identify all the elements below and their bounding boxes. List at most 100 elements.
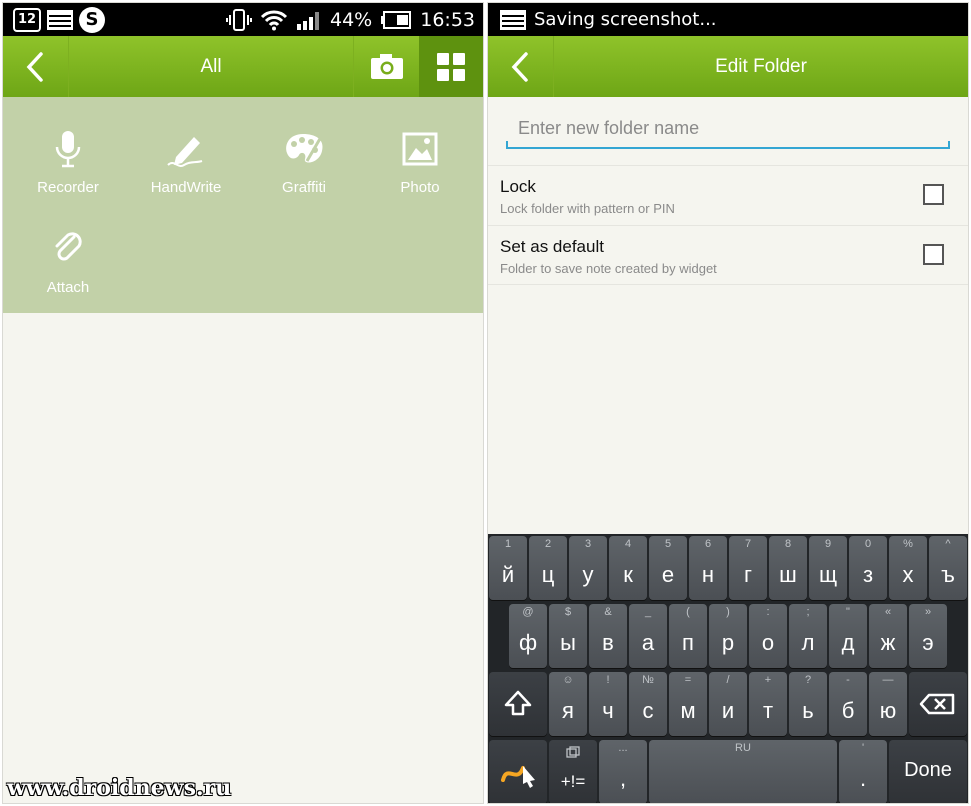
key-label: ы xyxy=(560,630,576,655)
key-label: е xyxy=(661,562,675,587)
key-label: . xyxy=(859,766,867,791)
key[interactable]: № с xyxy=(629,672,667,736)
tool-label: Photo xyxy=(400,179,440,196)
chevron-left-icon xyxy=(511,52,528,82)
done-label: Done xyxy=(904,759,952,781)
key-label: д xyxy=(841,630,855,655)
key-label: т xyxy=(762,698,774,723)
key-hint: + xyxy=(764,674,772,686)
period-key[interactable]: ' . xyxy=(839,740,887,803)
key[interactable]: / и xyxy=(709,672,747,736)
key[interactable]: @ ф xyxy=(509,604,547,668)
key[interactable]: + т xyxy=(749,672,787,736)
tool-photo[interactable]: Photo xyxy=(361,119,479,209)
key[interactable]: $ ы xyxy=(549,604,587,668)
tool-graffiti[interactable]: Graffiti xyxy=(245,119,363,209)
back-button[interactable] xyxy=(488,36,554,97)
key-label: с xyxy=(642,698,654,723)
default-checkbox[interactable] xyxy=(923,244,944,265)
option-subtitle: Lock folder with pattern or PIN xyxy=(500,201,675,216)
wifi-icon xyxy=(260,10,288,31)
key[interactable]: _ а xyxy=(629,604,667,668)
key-hint: / xyxy=(726,674,730,686)
key[interactable]: :о xyxy=(749,604,787,668)
key[interactable]: ? ь xyxy=(789,672,827,736)
shift-key[interactable] xyxy=(489,672,547,736)
key-label: ъ xyxy=(941,562,955,587)
key[interactable]: 1й xyxy=(489,536,527,600)
key-hint: ( xyxy=(686,606,690,618)
option-set-default[interactable]: Set as default Folder to save note creat… xyxy=(488,225,968,285)
keyboard-row-2: @ ф $ ы & в _ а (п ) р :о ; л " д «ж » э xyxy=(488,604,968,670)
page-title: All xyxy=(200,56,222,77)
tools-panel: Recorder HandWrite Graffiti Photo Attach xyxy=(3,97,483,313)
key[interactable]: ^ ъ xyxy=(929,536,967,600)
tool-recorder[interactable]: Recorder xyxy=(9,119,127,209)
key[interactable]: ) р xyxy=(709,604,747,668)
key[interactable]: ☺ я xyxy=(549,672,587,736)
option-lock[interactable]: Lock Lock folder with pattern or PIN xyxy=(488,165,968,225)
tool-label: Graffiti xyxy=(282,179,326,196)
gallery-icon xyxy=(47,10,73,30)
key[interactable]: % х xyxy=(889,536,927,600)
key-hint: 1 xyxy=(504,538,512,550)
key-hint: ^ xyxy=(945,538,951,550)
key[interactable]: 0з xyxy=(849,536,887,600)
key-label: п xyxy=(682,630,694,655)
camera-button[interactable] xyxy=(353,36,419,97)
key[interactable]: & в xyxy=(589,604,627,668)
key-hint: 5 xyxy=(664,538,672,550)
vibrate-icon xyxy=(226,9,252,31)
key[interactable]: 8ш xyxy=(769,536,807,600)
paperclip-icon xyxy=(55,232,82,261)
tool-label: HandWrite xyxy=(150,179,222,196)
backspace-key[interactable] xyxy=(909,672,967,736)
tool-handwrite[interactable]: HandWrite xyxy=(127,119,245,209)
key-hint: & xyxy=(604,606,612,618)
key-hint: « xyxy=(884,606,892,618)
status-text: Saving screenshot... xyxy=(534,9,717,30)
key[interactable]: = м xyxy=(669,672,707,736)
key[interactable]: 3у xyxy=(569,536,607,600)
key[interactable]: 2ц xyxy=(529,536,567,600)
key-label: н xyxy=(701,562,715,587)
key[interactable]: -б xyxy=(829,672,867,736)
backspace-icon xyxy=(919,693,955,715)
comma-key[interactable]: ... , xyxy=(599,740,647,803)
s-app-icon: S xyxy=(79,7,105,33)
key[interactable]: 6н xyxy=(689,536,727,600)
key[interactable]: 9щ xyxy=(809,536,847,600)
done-key[interactable]: Done xyxy=(889,740,967,803)
key[interactable]: ; л xyxy=(789,604,827,668)
back-button[interactable] xyxy=(3,36,69,97)
swype-key[interactable] xyxy=(489,740,547,803)
key[interactable]: 7г xyxy=(729,536,767,600)
symbols-key[interactable]: +!= xyxy=(549,740,597,803)
key-label: , xyxy=(619,766,627,791)
key-label: м xyxy=(680,698,696,723)
key-hint: ? xyxy=(804,674,812,686)
key[interactable]: » э xyxy=(909,604,947,668)
lock-checkbox[interactable] xyxy=(923,184,944,205)
key-label: з xyxy=(862,562,874,587)
key[interactable]: — ю xyxy=(869,672,907,736)
key[interactable]: 5е xyxy=(649,536,687,600)
key[interactable]: " д xyxy=(829,604,867,668)
grid-view-button[interactable] xyxy=(419,36,483,97)
key-hint: ) xyxy=(726,606,730,618)
left-screen: 12 S 44% 16:53 All Recorder HandWrite Gr… xyxy=(2,2,484,804)
key[interactable]: 4к xyxy=(609,536,647,600)
key[interactable]: ! ч xyxy=(589,672,627,736)
key-hint: 6 xyxy=(704,538,712,550)
key-label: у xyxy=(582,562,594,587)
key[interactable]: (п xyxy=(669,604,707,668)
tool-attach[interactable]: Attach xyxy=(9,219,127,309)
folder-name-input[interactable] xyxy=(506,113,950,143)
key-hint: 9 xyxy=(824,538,832,550)
key-label: ф xyxy=(518,630,538,655)
key-hint: 8 xyxy=(784,538,792,550)
key[interactable]: «ж xyxy=(869,604,907,668)
space-key[interactable]: RU xyxy=(649,740,837,803)
image-icon xyxy=(402,132,438,166)
key-hint: » xyxy=(924,606,932,618)
